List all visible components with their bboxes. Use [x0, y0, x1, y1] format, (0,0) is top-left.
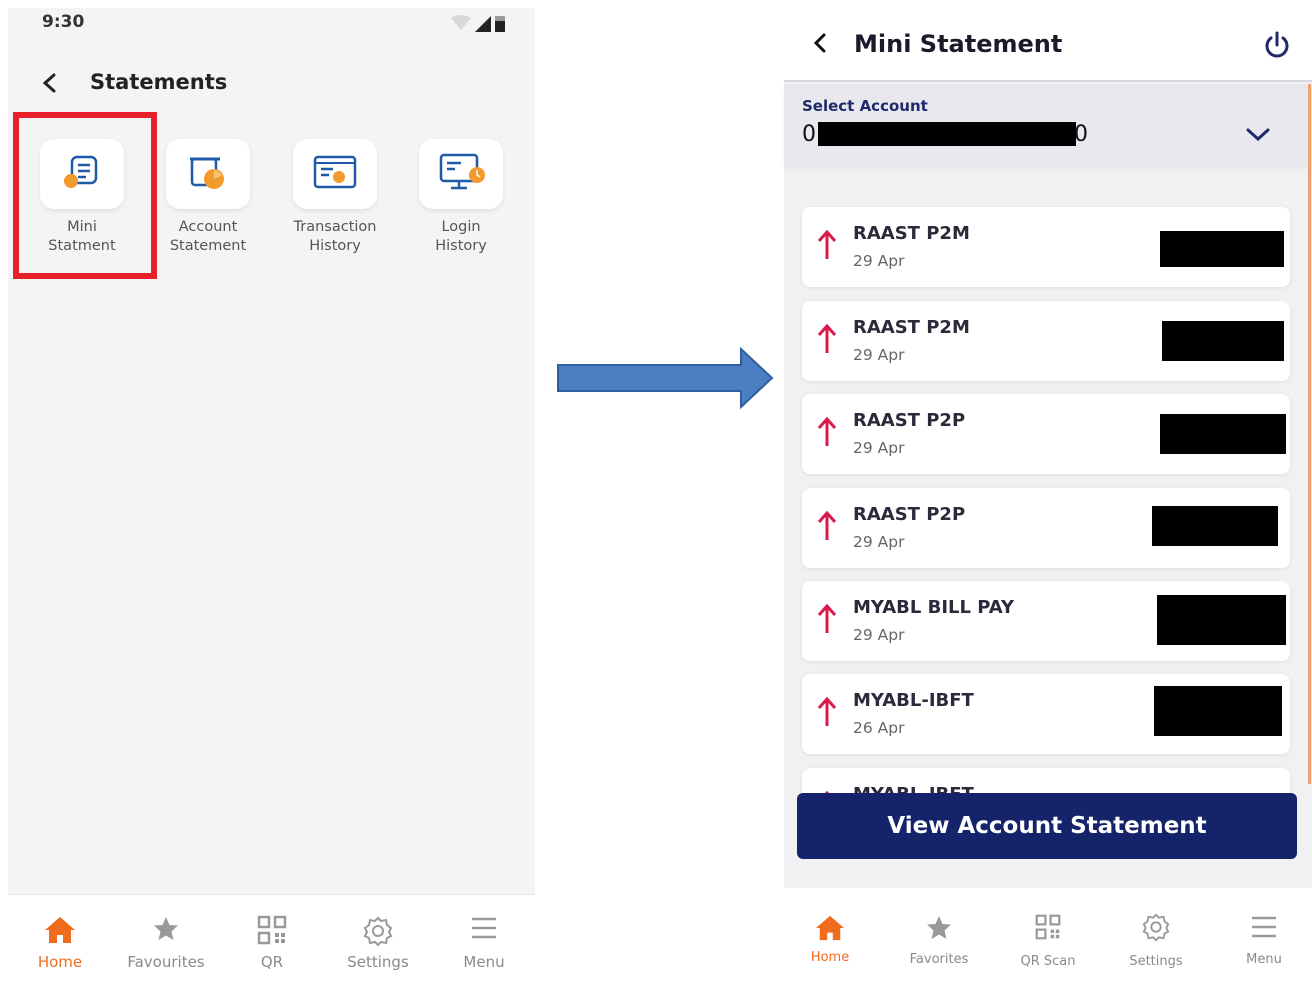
scroll-indicator: [1308, 84, 1311, 784]
account-statement-tile[interactable]: Account Statement: [148, 136, 268, 276]
transaction-date: 26 Apr: [853, 719, 905, 737]
nav-favorites[interactable]: Favorites: [896, 888, 982, 976]
status-bar: 9:30: [8, 8, 535, 40]
page-title: Statements: [90, 70, 228, 94]
tile-icon-box: [293, 139, 377, 209]
power-icon[interactable]: [1262, 30, 1292, 64]
qr-icon: [257, 915, 287, 945]
nav-label: Home: [810, 950, 850, 965]
transaction-row[interactable]: MYABL BILL PAY 29 Apr: [802, 581, 1290, 661]
transition-arrow-icon: [557, 347, 774, 409]
transaction-row[interactable]: MYABL-IBFT 26 Apr: [802, 674, 1290, 754]
back-arrow-icon[interactable]: [38, 68, 62, 98]
debit-arrow-icon: [817, 416, 837, 446]
nav-settings[interactable]: Settings: [1114, 888, 1198, 976]
transaction-row[interactable]: MYABL-IBFT: [802, 768, 1290, 796]
redacted-amount: [1157, 595, 1286, 645]
view-account-statement-button[interactable]: View Account Statement: [797, 793, 1297, 859]
transaction-row[interactable]: RAAST P2P 29 Apr: [802, 488, 1290, 568]
star-icon: [927, 916, 951, 939]
home-icon: [45, 917, 75, 943]
nav-label: Favorites: [909, 952, 969, 967]
tile-icon-box: [419, 139, 503, 209]
nav-home[interactable]: Home: [18, 895, 102, 983]
transaction-history-icon: [313, 155, 357, 189]
tile-icon-box: [166, 139, 250, 209]
debit-arrow-icon: [817, 696, 837, 726]
transaction-row[interactable]: RAAST P2M 29 Apr: [802, 207, 1290, 287]
nav-home[interactable]: Home: [788, 888, 872, 976]
nav-menu[interactable]: Menu: [1224, 888, 1304, 976]
menu-icon: [1252, 916, 1276, 938]
gear-icon: [1142, 913, 1170, 942]
redacted-amount: [1160, 231, 1284, 267]
redacted-amount: [1160, 414, 1286, 454]
screen-header: Statements: [8, 66, 535, 106]
transaction-title: RAAST P2P: [853, 504, 966, 525]
debit-arrow-icon: [817, 229, 837, 259]
highlight-box: [13, 112, 157, 279]
account-number-end: 0: [1074, 122, 1088, 147]
transaction-title: RAAST P2P: [853, 410, 966, 431]
transaction-date: 29 Apr: [853, 346, 905, 364]
bottom-navigation: Home Favourites QR Settings Menu: [8, 894, 535, 982]
transaction-title: RAAST P2M: [853, 317, 970, 338]
screen-header: Mini Statement: [784, 0, 1312, 82]
menu-icon: [472, 917, 496, 939]
nav-menu[interactable]: Menu: [444, 895, 524, 983]
transaction-history-tile[interactable]: Transaction History: [275, 136, 395, 276]
tile-label: Login History: [435, 219, 487, 254]
nav-label: Settings: [347, 953, 409, 971]
qr-icon: [1035, 914, 1061, 940]
debit-arrow-icon: [817, 603, 837, 633]
transaction-date: 29 Apr: [853, 439, 905, 457]
redacted-account-number: [818, 122, 1076, 146]
transaction-date: 29 Apr: [853, 626, 905, 644]
select-account-label: Select Account: [802, 97, 928, 115]
nav-label: QR: [260, 953, 284, 971]
bottom-navigation: Home Favorites QR Scan Settings Menu: [784, 888, 1312, 982]
transaction-title: RAAST P2M: [853, 223, 970, 244]
star-icon: [154, 917, 178, 940]
transaction-title: MYABL-IBFT: [853, 690, 974, 711]
login-history-tile[interactable]: Login History: [401, 136, 521, 276]
home-icon: [816, 915, 844, 941]
transaction-title: MYABL BILL PAY: [853, 597, 1015, 618]
tile-label: Transaction History: [293, 219, 377, 254]
nav-qr[interactable]: QR: [232, 895, 312, 983]
transaction-row[interactable]: RAAST P2M 29 Apr: [802, 301, 1290, 381]
mini-statement-screen: Mini Statement Select Account 0 0 RAAST …: [784, 0, 1312, 982]
nav-label: Settings: [1129, 954, 1183, 969]
chevron-down-icon[interactable]: [1244, 126, 1272, 148]
account-selector[interactable]: Select Account 0 0: [784, 84, 1310, 164]
redacted-amount: [1162, 321, 1284, 361]
login-history-icon: [439, 153, 485, 190]
back-arrow-icon[interactable]: [810, 30, 830, 60]
tile-label: Account Statement: [169, 219, 247, 254]
debit-arrow-icon: [817, 323, 837, 353]
status-time: 9:30: [42, 12, 85, 32]
transaction-date: 29 Apr: [853, 252, 905, 270]
redacted-amount: [1152, 506, 1278, 546]
transaction-row[interactable]: RAAST P2P 29 Apr: [802, 394, 1290, 474]
nav-label: Favourites: [127, 953, 205, 971]
nav-label: Home: [37, 953, 83, 971]
nav-favourites[interactable]: Favourites: [120, 895, 212, 983]
nav-label: Menu: [463, 953, 505, 971]
nav-label: Menu: [1246, 952, 1282, 967]
signal-battery-icon: [449, 14, 507, 38]
page-title: Mini Statement: [854, 30, 1063, 58]
debit-arrow-icon: [817, 510, 837, 540]
nav-label: QR Scan: [1020, 954, 1076, 969]
account-number-start: 0: [802, 122, 816, 147]
nav-qr-scan[interactable]: QR Scan: [1006, 888, 1090, 976]
account-statement-icon: [190, 157, 224, 189]
nav-settings[interactable]: Settings: [336, 895, 420, 983]
gear-icon: [363, 916, 393, 947]
redacted-amount: [1154, 686, 1282, 736]
transaction-date: 29 Apr: [853, 533, 905, 551]
